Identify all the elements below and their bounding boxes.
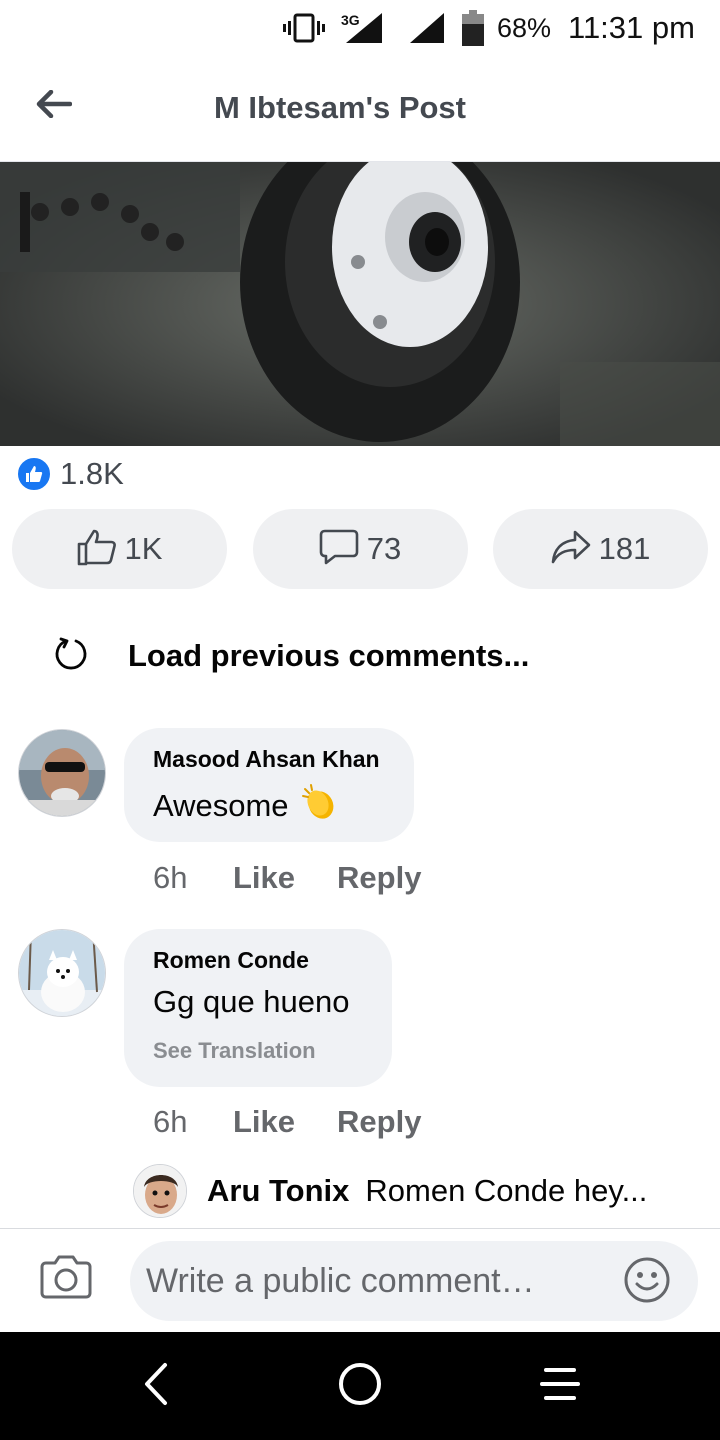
page-title: M Ibtesam's Post <box>214 90 466 125</box>
clock: 11:31 pm <box>568 10 695 45</box>
battery-icon <box>462 0 484 56</box>
comment-composer <box>0 1228 720 1332</box>
nav-home-button[interactable] <box>328 1354 392 1418</box>
smiley-icon <box>622 1257 672 1309</box>
comment-like-button[interactable]: Like <box>233 860 295 896</box>
avatar[interactable] <box>18 929 106 1017</box>
status-bar: 3G 68% 11:31 pm <box>0 0 720 56</box>
thumbs-up-icon <box>77 528 117 571</box>
reaction-count: 1.8K <box>60 456 124 491</box>
comment-like-button[interactable]: Like <box>233 1104 295 1140</box>
comment-reply-button[interactable]: Reply <box>337 1104 421 1140</box>
comment-text: Awesome <box>153 783 384 829</box>
share-button[interactable]: 181 <box>493 509 708 589</box>
emoji-button[interactable] <box>622 1255 672 1305</box>
like-count: 1K <box>124 531 163 566</box>
battery-percent: 68% <box>497 12 552 43</box>
comment-input[interactable] <box>146 1241 616 1321</box>
share-icon <box>551 529 591 570</box>
nav-menu-button[interactable] <box>528 1354 592 1418</box>
comment-button[interactable]: 73 <box>252 509 468 589</box>
clapping-hands-icon <box>301 783 339 829</box>
reaction-summary[interactable]: 1.8K <box>16 452 124 496</box>
post-actions: 1K 73 181 <box>12 509 708 589</box>
avatar[interactable] <box>133 1164 187 1218</box>
comment-bubble[interactable]: Masood Ahsan Khan Awesome <box>124 728 414 842</box>
comment-bubble[interactable]: Romen Conde Gg que hueno See Translation <box>124 929 392 1087</box>
comment-icon <box>319 528 359 571</box>
reply-preview[interactable]: Aru Tonix Romen Conde hey... <box>133 1164 673 1218</box>
load-previous-comments[interactable]: Load previous comments... <box>54 630 529 682</box>
comment-meta: 6h Like Reply <box>153 860 463 896</box>
post-header: M Ibtesam's Post <box>0 56 720 162</box>
comment-count: 73 <box>366 531 402 566</box>
comment-text: Gg que hueno <box>153 984 350 1019</box>
comment-box <box>130 1241 698 1321</box>
nav-home-icon <box>337 1361 383 1412</box>
refresh-icon <box>54 637 88 676</box>
comment-reply-button[interactable]: Reply <box>337 860 421 896</box>
avatar[interactable] <box>18 729 106 817</box>
reply-author: Aru Tonix <box>207 1173 350 1208</box>
reply-text: Romen Conde hey... <box>365 1173 648 1208</box>
vibrate-icon <box>283 0 325 56</box>
nav-back-icon <box>141 1362 171 1411</box>
comment-time: 6h <box>153 860 188 895</box>
camera-button[interactable] <box>40 1253 98 1309</box>
share-count: 181 <box>598 531 651 566</box>
post-photo[interactable] <box>0 162 720 446</box>
comment-author[interactable]: Masood Ahsan Khan <box>153 746 384 773</box>
signal-icon-2 <box>410 0 444 56</box>
comment-time: 6h <box>153 1104 188 1139</box>
comment-meta: 6h Like Reply <box>153 1104 463 1140</box>
like-reaction-icon <box>16 456 52 492</box>
like-button[interactable]: 1K <box>12 509 227 589</box>
camera-icon <box>40 1255 92 1303</box>
see-translation-link[interactable]: See Translation <box>153 1038 362 1064</box>
nav-back-button[interactable] <box>124 1354 188 1418</box>
signal-icon <box>346 0 382 56</box>
load-previous-label: Load previous comments... <box>128 638 530 673</box>
comment-author[interactable]: Romen Conde <box>153 947 362 974</box>
nav-menu-icon <box>540 1364 580 1409</box>
system-nav-bar <box>0 1332 720 1440</box>
